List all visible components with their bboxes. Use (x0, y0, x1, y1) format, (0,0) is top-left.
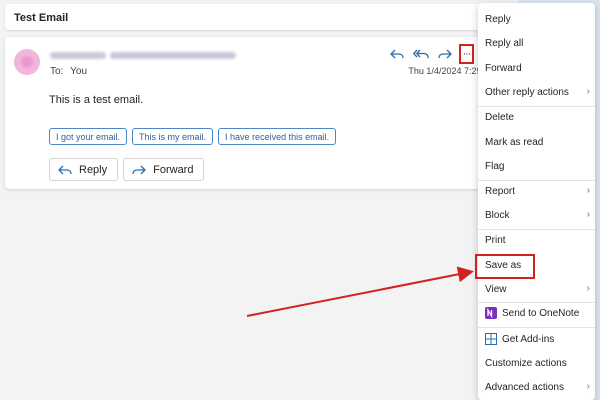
reply-button-label: Reply (79, 163, 108, 176)
forward-arrow-icon[interactable] (435, 45, 455, 63)
sender-avatar[interactable] (14, 49, 40, 75)
menu-item-delete[interactable]: Delete (478, 107, 595, 127)
menu-item-flag[interactable]: Flag (478, 156, 595, 176)
menu-item-mark-as-read[interactable]: Mark as read (478, 132, 595, 152)
email-date: Thu 1/4/2024 7:29 AM (408, 66, 497, 76)
menu-item-send-to-onenote[interactable]: Send to OneNote (478, 303, 595, 323)
suggested-reply-chip[interactable]: I have received this email. (218, 128, 337, 145)
suggested-reply-chip[interactable]: This is my email. (132, 128, 214, 145)
chevron-right-icon: › (586, 86, 590, 97)
email-subject-header: Test Email (5, 4, 499, 30)
menu-item-other-reply-actions[interactable]: Other reply actions › (478, 82, 595, 102)
suggested-replies: I got your email. This is my email. I ha… (49, 128, 337, 145)
email-message-card: To: You ··· Thu 1/4/2024 7:29 AM This is… (5, 37, 499, 189)
menu-item-label: Print (485, 234, 506, 246)
reply-arrow-icon (58, 164, 72, 176)
onenote-icon (485, 307, 497, 319)
sender-name-redacted[interactable] (50, 51, 245, 60)
reply-button[interactable]: Reply (49, 158, 119, 181)
to-label: To: (50, 66, 64, 77)
suggested-reply-chip[interactable]: I got your email. (49, 128, 128, 145)
menu-item-label: View (485, 283, 507, 295)
menu-item-reply-all[interactable]: Reply all (478, 33, 595, 53)
add-ins-grid-icon (485, 333, 497, 345)
email-subject: Test Email (14, 12, 69, 24)
menu-item-label: Flag (485, 160, 505, 172)
email-body: This is a test email. (49, 94, 144, 106)
menu-item-label: Reply all (485, 37, 524, 49)
menu-item-report[interactable]: Report › (478, 181, 595, 201)
menu-item-label: Other reply actions (485, 86, 569, 98)
menu-item-label: Block (485, 209, 510, 221)
menu-item-label: Customize actions (485, 357, 567, 369)
forward-button-label: Forward (153, 163, 194, 176)
to-value[interactable]: You (70, 66, 87, 77)
menu-item-advanced-actions[interactable]: Advanced actions › (478, 377, 595, 397)
save-as-highlight (475, 254, 535, 279)
menu-item-label: Reply (485, 13, 511, 25)
forward-arrow-icon (132, 164, 147, 176)
menu-item-label: Advanced actions (485, 381, 564, 393)
forward-button[interactable]: Forward (123, 158, 205, 181)
menu-item-label: Delete (485, 111, 514, 123)
more-dots-icon[interactable]: ··· (459, 44, 474, 64)
menu-item-get-add-ins[interactable]: Get Add-ins (478, 329, 595, 349)
menu-item-reply[interactable]: Reply (478, 9, 595, 29)
chevron-right-icon: › (586, 185, 590, 196)
reply-all-arrow-icon[interactable] (411, 45, 431, 63)
chevron-right-icon: › (586, 381, 590, 392)
menu-item-block[interactable]: Block › (478, 205, 595, 225)
menu-item-view[interactable]: View › (478, 279, 595, 299)
chevron-right-icon: › (586, 209, 590, 220)
menu-item-label: Forward (485, 62, 522, 74)
chevron-right-icon: › (586, 283, 590, 294)
menu-item-customize-actions[interactable]: Customize actions (478, 353, 595, 373)
menu-item-label: Report (485, 185, 516, 197)
menu-item-label: Mark as read (485, 136, 544, 148)
menu-divider (478, 327, 595, 328)
message-actions: ··· (387, 44, 474, 64)
more-actions-menu: Reply Reply all Forward Other reply acti… (478, 3, 595, 400)
menu-item-forward[interactable]: Forward (478, 58, 595, 78)
recipient-line: To: You (50, 66, 87, 77)
menu-item-print[interactable]: Print (478, 230, 595, 250)
menu-item-label: Get Add-ins (502, 333, 555, 345)
reply-forward-row: Reply Forward (49, 158, 205, 181)
reply-arrow-icon[interactable] (387, 45, 407, 63)
menu-item-label: Send to OneNote (502, 307, 580, 319)
